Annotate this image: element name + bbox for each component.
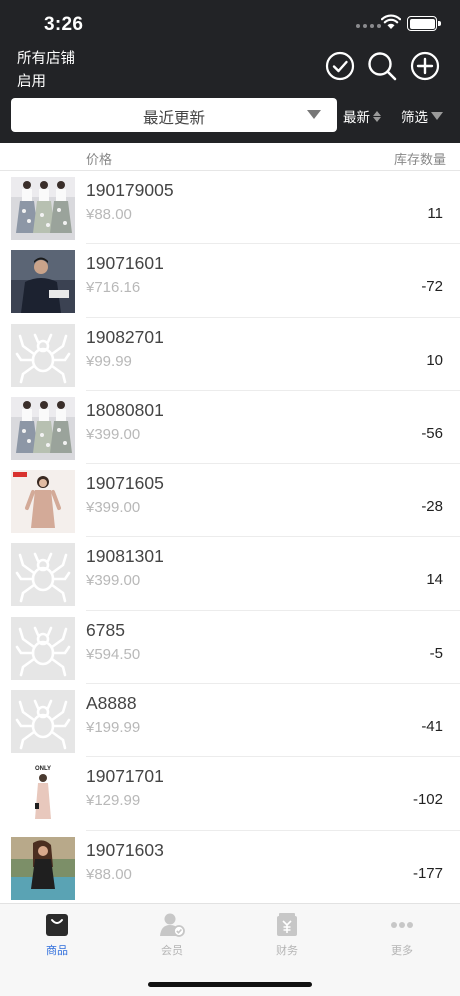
finance-icon <box>277 913 297 936</box>
product-row[interactable]: A8888 ¥199.99 -41 <box>0 684 460 758</box>
product-code: 18080801 <box>86 399 164 420</box>
product-code: 19071605 <box>86 473 164 494</box>
product-row[interactable]: ONLY 19071701 ¥129.99 -102 <box>0 757 460 831</box>
product-row[interactable]: 6785 ¥594.50 -5 <box>0 611 460 685</box>
filter-caret-icon <box>431 112 443 120</box>
product-code: 19071701 <box>86 766 164 787</box>
add-circle-icon[interactable] <box>410 51 440 81</box>
product-code: 19071603 <box>86 839 164 860</box>
tab-more[interactable]: 更多 <box>372 912 432 958</box>
product-list: 190179005 ¥88.00 11 19071601 ¥716.16 -72 19082… <box>0 171 460 904</box>
product-price: ¥129.99 <box>86 792 141 810</box>
product-code: 19082701 <box>86 326 164 347</box>
wifi-icon <box>381 14 401 29</box>
store-status: 启用 <box>17 74 46 90</box>
product-price: ¥99.99 <box>86 352 132 370</box>
tab-goods[interactable]: 商品 <box>27 912 87 958</box>
product-row[interactable]: 190179005 ¥88.00 11 <box>0 171 460 245</box>
product-code: 19071601 <box>86 253 164 274</box>
product-thumbnail <box>11 470 75 534</box>
product-stock: 14 <box>426 571 443 589</box>
product-code: 19081301 <box>86 546 164 567</box>
product-row[interactable]: 19071601 ¥716.16 -72 <box>0 244 460 318</box>
product-stock: -102 <box>412 791 443 809</box>
tab-finance[interactable]: 财务 <box>257 912 317 958</box>
more-icon <box>391 922 413 928</box>
sort-select[interactable]: 最近更新 <box>11 98 337 132</box>
filter-button[interactable]: 筛选 <box>401 106 443 126</box>
product-row[interactable]: 18080801 ¥399.00 -56 <box>0 391 460 465</box>
svg-text:ONLY: ONLY <box>35 766 51 772</box>
product-row[interactable]: 19081301 ¥399.00 14 <box>0 537 460 611</box>
sort-arrows-icon <box>373 110 381 122</box>
product-thumbnail <box>11 690 75 754</box>
product-stock: -177 <box>412 864 443 882</box>
tab-finance-label: 财务 <box>276 945 298 957</box>
product-price: ¥199.99 <box>86 719 141 737</box>
product-code: 190179005 <box>86 180 174 200</box>
product-stock: -28 <box>421 498 443 516</box>
product-row[interactable]: 19071603 ¥88.00 -177 <box>0 831 460 904</box>
product-thumbnail <box>11 250 75 314</box>
product-thumbnail <box>11 323 75 387</box>
sort-select-label: 最近更新 <box>142 110 205 127</box>
product-price: ¥88.00 <box>86 206 132 223</box>
product-thumbnail <box>11 177 75 240</box>
product-row[interactable]: 19071605 ¥399.00 -28 <box>0 464 460 538</box>
product-stock: 10 <box>426 351 443 369</box>
tab-member[interactable]: 会员 <box>142 912 202 958</box>
battery-icon <box>407 16 441 31</box>
product-thumbnail <box>11 616 75 680</box>
product-stock: -72 <box>421 278 443 296</box>
product-row[interactable]: 19082701 ¥99.99 10 <box>0 318 460 391</box>
product-stock: -41 <box>421 718 443 736</box>
tab-member-label: 会员 <box>161 945 183 957</box>
product-code: 6785 <box>86 619 125 640</box>
product-thumbnail: ONLY <box>11 763 75 827</box>
product-stock: -56 <box>421 424 443 442</box>
product-thumbnail <box>11 836 75 900</box>
filter-label: 筛选 <box>401 110 428 125</box>
product-price: ¥594.50 <box>86 645 141 663</box>
caret-down-icon <box>307 110 321 119</box>
product-price: ¥399.00 <box>86 499 141 517</box>
home-indicator <box>148 982 312 987</box>
column-header: 价格 库存数量 <box>0 143 460 171</box>
tab-goods-label: 商品 <box>46 945 68 957</box>
product-stock: -5 <box>429 644 443 662</box>
product-stock: 11 <box>427 205 443 222</box>
member-icon <box>160 913 185 937</box>
product-code: A8888 <box>86 693 137 714</box>
product-price: ¥399.00 <box>86 425 141 443</box>
product-thumbnail <box>11 396 75 460</box>
product-price: ¥88.00 <box>86 865 132 883</box>
product-price: ¥716.16 <box>86 279 141 297</box>
column-price: 价格 <box>86 152 113 167</box>
product-price: ¥399.00 <box>86 572 141 590</box>
cellular-signal-icon <box>356 24 381 28</box>
product-thumbnail <box>11 543 75 607</box>
store-selector[interactable]: 所有店铺 <box>17 47 75 68</box>
tab-more-label: 更多 <box>391 945 413 957</box>
search-icon[interactable] <box>367 51 397 81</box>
status-time: 3:26 <box>44 14 84 35</box>
top-header: 3:26 所有店铺 启用 最近更新 最新 筛选 <box>0 0 460 143</box>
order-label: 最新 <box>343 110 370 125</box>
check-circle-icon[interactable] <box>325 51 355 81</box>
bag-icon <box>46 914 68 936</box>
order-toggle-button[interactable]: 最新 <box>343 106 381 126</box>
column-stock: 库存数量 <box>393 152 446 167</box>
